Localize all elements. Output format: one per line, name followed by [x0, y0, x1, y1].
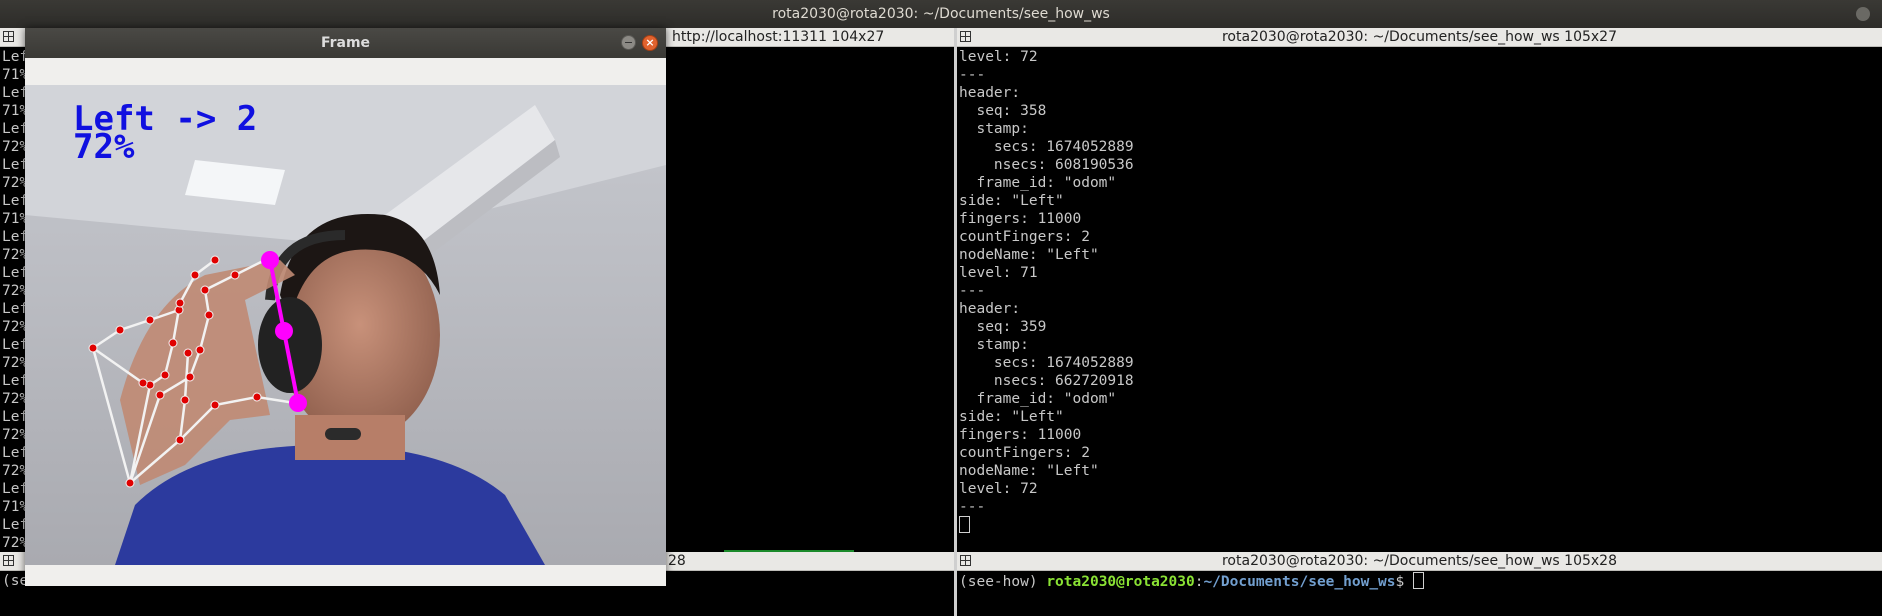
terminal-line: secs: 1674052889 [959, 355, 1134, 371]
landmark-point [210, 400, 220, 410]
landmark-point [160, 370, 170, 380]
terminal-line: nsecs: 608190536 [959, 157, 1134, 173]
landmark-point [125, 478, 135, 488]
landmark-point [88, 343, 98, 353]
shell-prompt[interactable]: (see-how) rota2030@rota2030:~/Documents/… [959, 572, 1882, 616]
terminal-line: level: 71 [959, 265, 1038, 281]
terminal-line: --- [959, 67, 986, 83]
pane-title: http://localhost:11311 104x27 [672, 29, 885, 45]
frame-titlebar[interactable]: Frame × [25, 28, 666, 58]
gesture-confidence: 72% [73, 127, 135, 167]
terminal-line: frame_id: "odom" [959, 175, 1117, 191]
pane-title: 28 [668, 553, 686, 569]
window-title: rota2030@rota2030: ~/Documents/see_how_w… [772, 6, 1110, 22]
landmark-point [175, 435, 185, 445]
landmark-point [190, 270, 200, 280]
camera-feed: Left -> 2 72% [25, 85, 666, 565]
pane-titlebar: rota2030@rota2030: ~/Documents/see_how_w… [957, 552, 1882, 571]
terminal-line: side: "Left" [959, 409, 1064, 425]
landmark-point [145, 315, 155, 325]
pane-grid-icon [960, 555, 971, 566]
terminal-line: nodeName: "Left" [959, 463, 1099, 479]
landmark-point [200, 285, 210, 295]
prompt-env: (see-how) [959, 574, 1047, 590]
landmark-point [210, 255, 220, 265]
terminal-line: level: 72 [959, 481, 1038, 497]
terminal-line: level: 72 [959, 49, 1038, 65]
landmark-point [168, 338, 178, 348]
terminal-line: header: [959, 301, 1021, 317]
terminal-line: nsecs: 662720918 [959, 373, 1134, 389]
terminal-line: stamp: [959, 121, 1029, 137]
window-titlebar: rota2030@rota2030: ~/Documents/see_how_w… [0, 0, 1882, 28]
pane-grid-icon [960, 31, 971, 42]
prompt-path: ~/Documents/see_how_ws [1203, 574, 1396, 590]
pane-title: rota2030@rota2030: ~/Documents/see_how_w… [1221, 553, 1617, 569]
terminal-line: --- [959, 283, 986, 299]
terminal-line: countFingers: 2 [959, 445, 1090, 461]
landmark-point [138, 378, 148, 388]
pane-titlebar: rota2030@rota2030: ~/Documents/see_how_w… [957, 28, 1882, 47]
terminal-line: stamp: [959, 337, 1029, 353]
landmark-point [115, 325, 125, 335]
terminal-output: level: 72 --- header: seq: 358 stamp: secs… [959, 48, 1882, 552]
terminal-line: fingers: 11000 [959, 211, 1082, 227]
landmark-point [183, 348, 193, 358]
terminal-line: countFingers: 2 [959, 229, 1090, 245]
prompt-user: rota2030@rota2030 [1046, 574, 1195, 590]
terminal-line: seq: 358 [959, 103, 1047, 119]
terminal-line: seq: 359 [959, 319, 1047, 335]
menu-dot-icon[interactable] [1856, 7, 1870, 21]
terminal-line: secs: 1674052889 [959, 139, 1134, 155]
landmark-point [230, 270, 240, 280]
terminal-line: side: "Left" [959, 193, 1064, 209]
terminal-line: --- [959, 499, 986, 515]
landmark-point [180, 395, 190, 405]
landmark-point [195, 345, 205, 355]
landmark-point [185, 372, 195, 382]
landmark-point [252, 392, 262, 402]
text-cursor [1412, 572, 1424, 589]
terminal-pane-roscore[interactable]: http://localhost:11311 104x27 [664, 28, 954, 552]
terminal-line: nodeName: "Left" [959, 247, 1099, 263]
pane-grid-icon [3, 555, 14, 566]
landmark-point [204, 310, 214, 320]
terminal-line: frame_id: "odom" [959, 391, 1117, 407]
frame-title: Frame [320, 35, 371, 51]
terminal-line: fingers: 11000 [959, 427, 1082, 443]
terminal-pane-rostopic[interactable]: rota2030@rota2030: ~/Documents/see_how_w… [957, 28, 1882, 552]
landmark-point [175, 298, 185, 308]
pane-grid-icon [3, 31, 14, 42]
close-button[interactable]: × [642, 35, 658, 51]
terminal-line: header: [959, 85, 1021, 101]
pane-titlebar: http://localhost:11311 104x27 [664, 28, 954, 47]
frame-window[interactable]: Frame × Left -> 2 72% [25, 28, 666, 586]
landmark-point [155, 390, 165, 400]
pane-title: rota2030@rota2030: ~/Documents/see_how_w… [1221, 29, 1617, 45]
terminal-pane-bottom-right[interactable]: rota2030@rota2030: ~/Documents/see_how_w… [957, 552, 1882, 616]
minimize-button[interactable] [621, 35, 636, 50]
text-cursor [959, 516, 970, 533]
prompt-symbol: $ [1395, 574, 1413, 590]
